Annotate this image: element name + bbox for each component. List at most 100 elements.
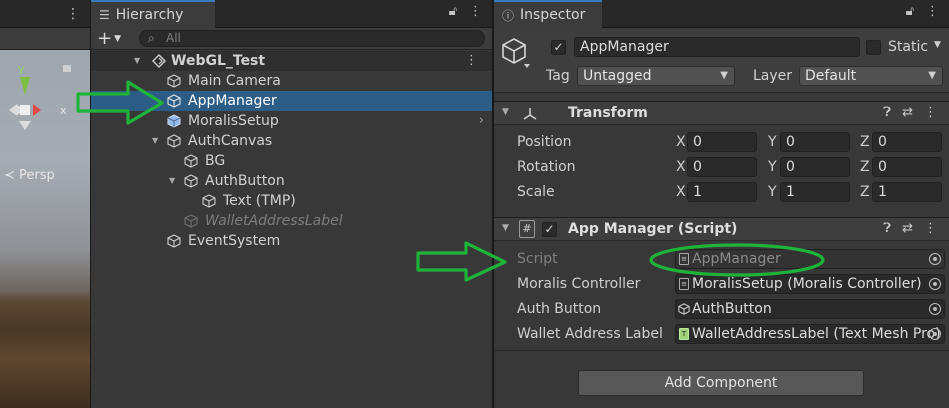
list-item-label: EventSystem: [188, 233, 281, 249]
list-item-label: WalletAddressLabel: [205, 213, 343, 229]
gizmo-lock-icon[interactable]: [63, 65, 71, 72]
scale-x-field[interactable]: 1: [687, 182, 757, 202]
list-item[interactable]: Text (TMP): [91, 191, 492, 211]
preset-icon[interactable]: ⇄: [902, 105, 913, 120]
rotation-y-field[interactable]: 0: [780, 157, 850, 177]
transform-header[interactable]: ▼ Transform ❓︎ ⇄ ⋮: [494, 101, 949, 125]
chevron-right-icon[interactable]: ›: [479, 111, 484, 131]
list-item[interactable]: EventSystem: [91, 231, 492, 251]
script-enabled-checkbox[interactable]: ✓: [542, 222, 557, 237]
tab-inspector-label: Inspector: [520, 7, 586, 23]
tab-inspector[interactable]: ⓘ Inspector: [494, 0, 602, 28]
list-item-selected[interactable]: AppManager: [91, 91, 492, 111]
object-picker-icon[interactable]: [929, 303, 941, 315]
position-y-field[interactable]: 0: [780, 132, 850, 152]
wallet-address-label-field[interactable]: T WalletAddressLabel (Text Mesh Pro): [675, 324, 945, 344]
list-item-inactive[interactable]: WalletAddressLabel: [91, 211, 492, 231]
preset-icon[interactable]: ⇄: [902, 221, 913, 236]
static-checkbox[interactable]: [866, 40, 881, 55]
list-item[interactable]: Main Camera: [91, 71, 492, 91]
gameobject-cube-icon: [184, 174, 198, 188]
scene-view[interactable]: ⋮ y x ≺ Persp: [0, 0, 90, 408]
scene-name: WebGL_Test: [171, 53, 266, 69]
gizmo-y-cone[interactable]: [20, 77, 30, 95]
scale-y-field[interactable]: 1: [780, 182, 850, 202]
list-item-label: AuthButton: [205, 173, 285, 189]
tag-dropdown[interactable]: Untagged ▼: [577, 66, 735, 86]
axis-x-label: X: [676, 184, 686, 200]
scene-toolbar: [0, 28, 90, 50]
kebab-menu-icon[interactable]: ⋮: [926, 4, 939, 19]
lock-icon[interactable]: 🔓︎: [906, 4, 914, 19]
unity-scene-icon: [152, 54, 166, 68]
kebab-menu-icon[interactable]: ⋮: [469, 4, 482, 19]
auth-button-label: Auth Button: [517, 301, 602, 317]
list-item[interactable]: BG: [91, 151, 492, 171]
object-name-field[interactable]: AppManager: [574, 37, 860, 57]
list-item[interactable]: ▼ AuthButton: [91, 171, 492, 191]
add-component-button[interactable]: Add Component: [578, 370, 864, 396]
lock-icon[interactable]: 🔓︎: [449, 4, 457, 19]
scale-label: Scale: [517, 184, 555, 200]
rotation-z-field[interactable]: 0: [872, 157, 942, 177]
fold-arrow-icon[interactable]: ▼: [502, 223, 509, 233]
gizmo-x-label: x: [60, 104, 67, 117]
help-icon[interactable]: ❓︎: [883, 105, 891, 120]
object-header: ✓ AppManager Static ▼ Tag Untagged ▼ Lay…: [494, 29, 949, 93]
gameobject-cube-icon: [184, 154, 198, 168]
tag-label: Tag: [546, 68, 570, 84]
wallet-address-label-label: Wallet Address Label: [517, 326, 663, 342]
object-picker-icon[interactable]: [929, 278, 941, 290]
axis-z-label: Z: [860, 134, 870, 150]
gameobject-cube-icon: [184, 214, 198, 228]
static-chevron-down-icon[interactable]: ▼: [934, 40, 941, 50]
fold-arrow-icon[interactable]: ▼: [502, 107, 509, 117]
position-label: Position: [517, 134, 572, 150]
component-kebab-icon[interactable]: ⋮: [924, 221, 937, 236]
gameobject-cube-icon: [167, 134, 181, 148]
rotation-x-field[interactable]: 0: [687, 157, 757, 177]
position-x-field[interactable]: 0: [687, 132, 757, 152]
fold-arrow-icon[interactable]: ▼: [152, 131, 162, 151]
gizmo-neg-y-cone[interactable]: [19, 121, 31, 130]
create-dropdown-button[interactable]: + ▼: [97, 29, 133, 48]
fold-arrow-icon[interactable]: ▼: [134, 51, 144, 71]
gizmo-neg-x-cone[interactable]: [9, 104, 17, 116]
wallet-address-label-value: WalletAddressLabel (Text Mesh Pro): [692, 326, 941, 342]
auth-button-field[interactable]: AuthButton: [675, 299, 945, 319]
help-icon[interactable]: ❓︎: [883, 221, 891, 236]
scene-gizmo[interactable]: [0, 55, 90, 165]
scene-root-row[interactable]: ▼ WebGL_Test ⋮: [91, 51, 492, 71]
scene-menu-icon[interactable]: ⋮: [66, 5, 80, 23]
hierarchy-search-input[interactable]: ⌕ All: [139, 30, 485, 47]
gameobject-large-icon[interactable]: [501, 37, 531, 69]
list-item-label: BG: [205, 153, 226, 169]
list-item[interactable]: MoralisSetup ›: [91, 111, 492, 131]
scene-tab-bar: ⋮: [0, 0, 90, 28]
list-item-label: AuthCanvas: [188, 133, 273, 149]
projection-label[interactable]: ≺ Persp: [4, 168, 55, 183]
script-file-icon: ≡: [679, 253, 689, 265]
object-picker-icon[interactable]: [929, 328, 941, 340]
text-mesh-pro-icon: T: [679, 328, 689, 340]
script-component-header[interactable]: ▼ # ✓ App Manager (Script) ❓︎ ⇄ ⋮: [494, 217, 949, 241]
inspector-tab-tools: 🔓︎ ⋮: [906, 4, 939, 19]
axis-z-label: Z: [860, 159, 870, 175]
active-checkbox[interactable]: ✓: [551, 40, 566, 55]
moralis-controller-value: MoralisSetup (Moralis Controller): [692, 276, 922, 292]
layer-dropdown[interactable]: Default ▼: [799, 66, 943, 86]
moralis-controller-field[interactable]: ≡ MoralisSetup (Moralis Controller): [675, 274, 945, 294]
scene-kebab-icon[interactable]: ⋮: [465, 51, 478, 71]
tab-hierarchy[interactable]: ☰ Hierarchy: [91, 0, 215, 28]
transform-title: Transform: [568, 105, 648, 121]
scale-z-field[interactable]: 1: [872, 182, 942, 202]
gizmo-x-cone[interactable]: [33, 104, 41, 116]
component-kebab-icon[interactable]: ⋮: [924, 105, 937, 120]
hierarchy-tab-tools: 🔓︎ ⋮: [449, 4, 482, 19]
position-z-field[interactable]: 0: [872, 132, 942, 152]
list-item-label: Text (TMP): [223, 193, 296, 209]
rotation-label: Rotation: [517, 159, 576, 175]
list-item[interactable]: ▼ AuthCanvas: [91, 131, 492, 151]
fold-arrow-icon[interactable]: ▼: [169, 171, 179, 191]
component-tools: ❓︎ ⇄ ⋮: [883, 105, 937, 120]
